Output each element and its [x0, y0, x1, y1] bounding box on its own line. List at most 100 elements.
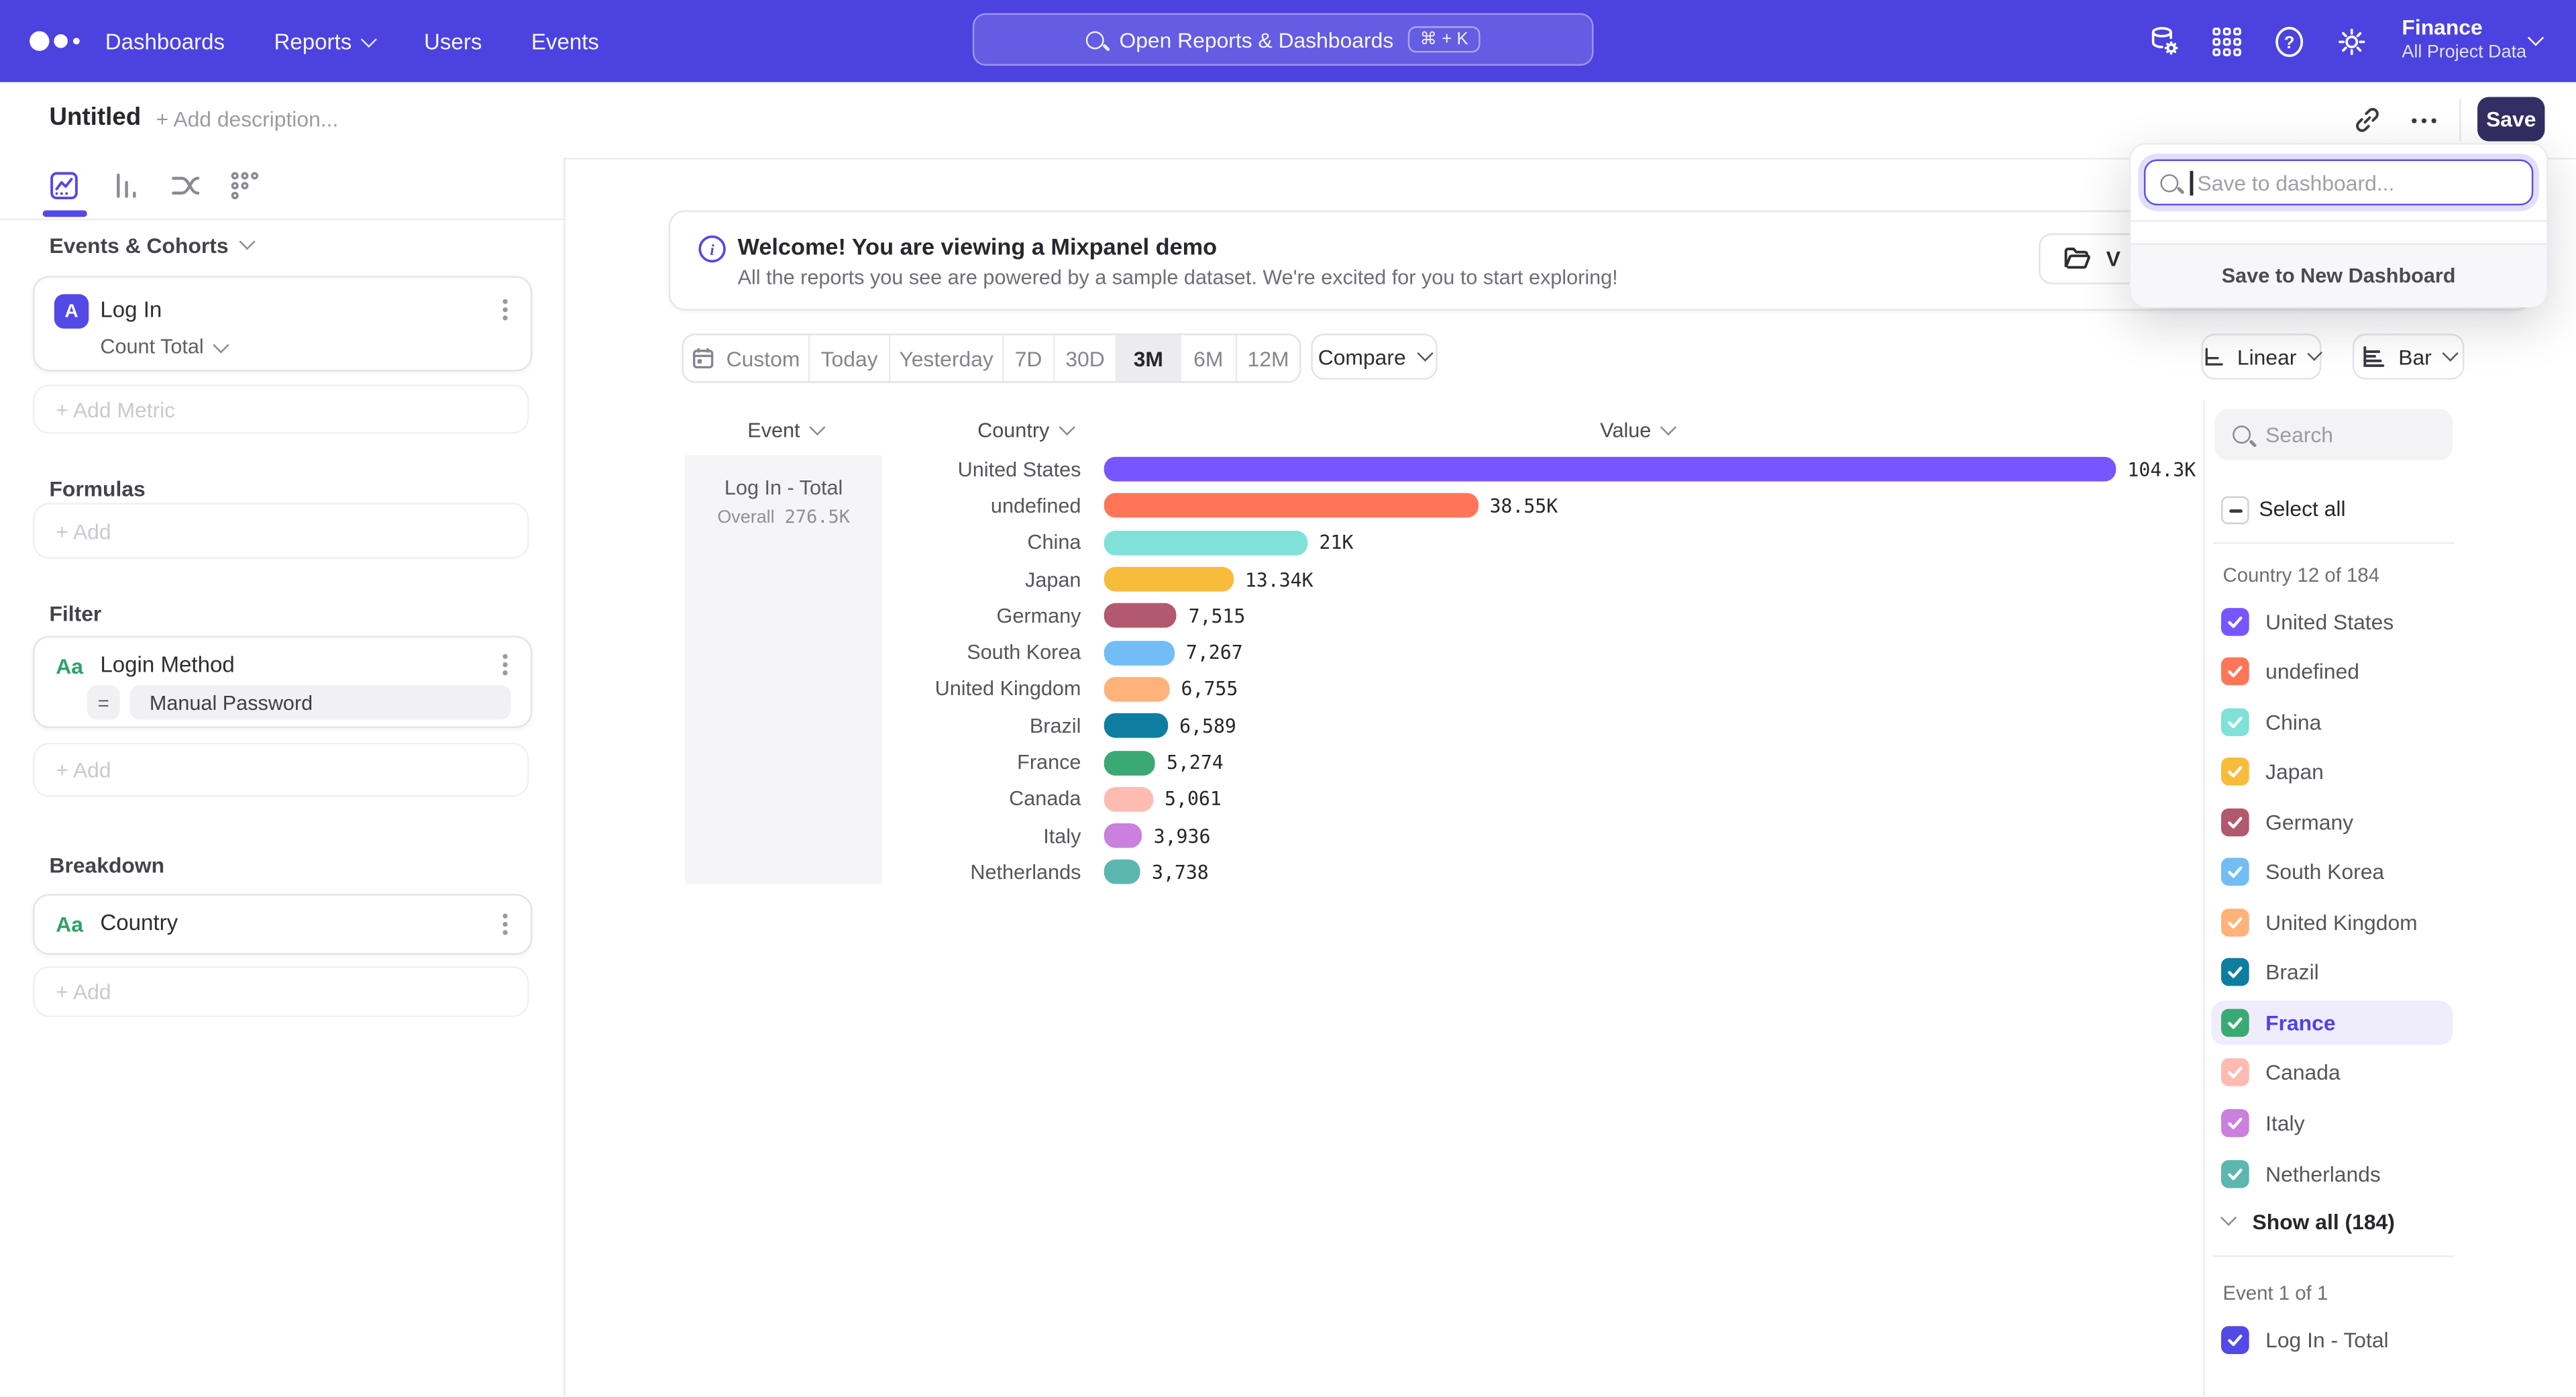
help-icon[interactable]: ?	[2269, 21, 2308, 61]
chart-type-button[interactable]: Bar	[2353, 333, 2465, 380]
country-checkbox[interactable]	[2221, 909, 2249, 937]
save-to-new-dashboard-button[interactable]: Save to New Dashboard	[2131, 243, 2546, 307]
more-options-icon[interactable]	[2402, 100, 2445, 140]
bar-undefined[interactable]	[1104, 494, 1479, 519]
select-all-label[interactable]: Select all	[2259, 497, 2345, 521]
country-legend-item-canada[interactable]: Canada	[2211, 1051, 2453, 1095]
country-legend-item-brazil[interactable]: Brazil	[2211, 950, 2453, 994]
save-dashboard-search-input[interactable]: Save to dashboard...	[2144, 160, 2533, 206]
date-range-12m[interactable]: 12M	[1237, 335, 1299, 382]
date-range-3m[interactable]: 3M	[1117, 335, 1181, 382]
project-chevron-down-icon[interactable]	[2528, 30, 2544, 46]
breakdown-kebab-icon[interactable]	[502, 914, 507, 935]
column-header-country[interactable]: Country	[977, 419, 1073, 442]
apps-grid-icon[interactable]	[2206, 21, 2246, 61]
country-legend-item-japan[interactable]: Japan	[2211, 749, 2453, 794]
date-range-7d[interactable]: 7D	[1004, 335, 1055, 382]
add-formula-button[interactable]: + Add	[33, 503, 529, 558]
country-checkbox[interactable]	[2221, 1008, 2249, 1037]
breakdown-card[interactable]: Aa Country	[33, 894, 532, 955]
legend-search-input[interactable]: Search	[2214, 409, 2453, 460]
filter-kebab-icon[interactable]	[502, 654, 507, 676]
country-legend-item-france[interactable]: France	[2211, 1000, 2453, 1045]
country-legend-item-italy[interactable]: Italy	[2211, 1101, 2453, 1145]
bar-category-label: France	[896, 751, 1081, 774]
country-checkbox[interactable]	[2221, 1159, 2249, 1188]
country-checkbox[interactable]	[2221, 959, 2249, 987]
date-range-yesterday[interactable]: Yesterday	[890, 335, 1004, 382]
mixpanel-logo-icon[interactable]	[28, 28, 87, 54]
country-checkbox[interactable]	[2221, 607, 2249, 635]
date-range-today[interactable]: Today	[810, 335, 890, 382]
bar-china[interactable]	[1104, 530, 1308, 555]
country-legend-item-united-states[interactable]: United States	[2211, 599, 2453, 643]
bar-united-states[interactable]	[1104, 457, 2116, 482]
settings-gear-icon[interactable]	[2331, 21, 2371, 61]
country-checkbox[interactable]	[2221, 808, 2249, 836]
query-builder-sidebar: Events & Cohorts A Log In Count Total + …	[0, 158, 565, 1397]
nav-item-users[interactable]: Users	[424, 29, 482, 54]
country-legend-item-united-kingdom[interactable]: United Kingdom	[2211, 900, 2453, 945]
events-cohorts-header[interactable]: Events & Cohorts	[49, 234, 253, 258]
copy-link-icon[interactable]	[2346, 100, 2389, 140]
country-checkbox[interactable]	[2221, 658, 2249, 686]
country-legend-item-undefined[interactable]: undefined	[2211, 649, 2453, 693]
project-switcher[interactable]: Finance All Project Data	[2402, 15, 2526, 64]
add-breakdown-button[interactable]: + Add	[33, 966, 529, 1017]
date-range-30d[interactable]: 30D	[1055, 335, 1117, 382]
bar-france[interactable]	[1104, 750, 1155, 775]
filter-operator[interactable]: =	[87, 685, 120, 719]
tab-bar-report-icon[interactable]	[105, 166, 145, 205]
filter-card[interactable]: Aa Login Method = Manual Password	[33, 636, 532, 728]
event-checkbox[interactable]	[2221, 1326, 2249, 1354]
global-search-button[interactable]: Open Reports & Dashboards ⌘ + K	[973, 13, 1594, 66]
metric-event-name[interactable]: Log In	[100, 297, 162, 322]
metric-card[interactable]: A Log In Count Total	[33, 276, 532, 371]
show-all-toggle[interactable]: Show all (184)	[2222, 1209, 2394, 1234]
country-checkbox[interactable]	[2221, 1059, 2249, 1087]
add-description-field[interactable]: + Add description...	[156, 107, 339, 132]
bar-netherlands[interactable]	[1104, 860, 1140, 885]
add-metric-button[interactable]: + Add Metric	[33, 384, 529, 433]
bar-canada[interactable]	[1104, 787, 1153, 812]
event-legend-item[interactable]: Log In - Total	[2221, 1326, 2389, 1354]
column-header-event[interactable]: Event	[747, 419, 823, 442]
tab-retention-icon[interactable]	[225, 166, 265, 205]
date-range-6m[interactable]: 6M	[1181, 335, 1237, 382]
tab-flows-icon[interactable]	[166, 166, 205, 205]
view-dashboard-label: V	[2106, 246, 2121, 271]
compare-button[interactable]: Compare	[1311, 333, 1438, 380]
nav-item-events[interactable]: Events	[531, 29, 599, 54]
country-checkbox[interactable]	[2221, 758, 2249, 786]
country-checkbox[interactable]	[2221, 1109, 2249, 1137]
bar-japan[interactable]	[1104, 567, 1234, 592]
country-legend-item-germany[interactable]: Germany	[2211, 800, 2453, 844]
save-button[interactable]: Save	[2477, 97, 2544, 141]
report-title[interactable]: Untitled	[49, 103, 141, 132]
column-header-value[interactable]: Value	[1600, 419, 1674, 442]
bar-south-korea[interactable]	[1104, 640, 1175, 665]
country-checkbox[interactable]	[2221, 858, 2249, 886]
select-all-checkbox[interactable]	[2221, 497, 2249, 525]
bar-italy[interactable]	[1104, 823, 1142, 848]
nav-item-reports[interactable]: Reports	[274, 29, 374, 54]
bar-germany[interactable]	[1104, 604, 1177, 629]
bar-brazil[interactable]	[1104, 713, 1168, 738]
tab-insights-icon[interactable]	[44, 166, 84, 205]
country-legend-item-south-korea[interactable]: South Korea	[2211, 850, 2453, 894]
nav-item-dashboards[interactable]: Dashboards	[105, 29, 225, 54]
add-filter-button[interactable]: + Add	[33, 743, 529, 797]
bar-united-kingdom[interactable]	[1104, 677, 1170, 702]
event-summary-cell[interactable]: Log In - Total Overall 276.5K	[685, 455, 882, 884]
breakdown-property-name[interactable]: Country	[100, 911, 178, 935]
metric-aggregation[interactable]: Count Total	[100, 335, 227, 358]
filter-property-name[interactable]: Login Method	[100, 652, 234, 677]
country-legend-item-netherlands[interactable]: Netherlands	[2211, 1151, 2453, 1196]
date-range-custom[interactable]: Custom	[684, 335, 810, 382]
filter-value[interactable]: Manual Password	[129, 685, 511, 719]
country-legend-item-china[interactable]: China	[2211, 699, 2453, 743]
chart-scale-button[interactable]: Linear	[2202, 333, 2322, 380]
country-checkbox[interactable]	[2221, 708, 2249, 736]
metric-kebab-icon[interactable]	[502, 299, 507, 321]
data-management-icon[interactable]	[2144, 21, 2184, 61]
